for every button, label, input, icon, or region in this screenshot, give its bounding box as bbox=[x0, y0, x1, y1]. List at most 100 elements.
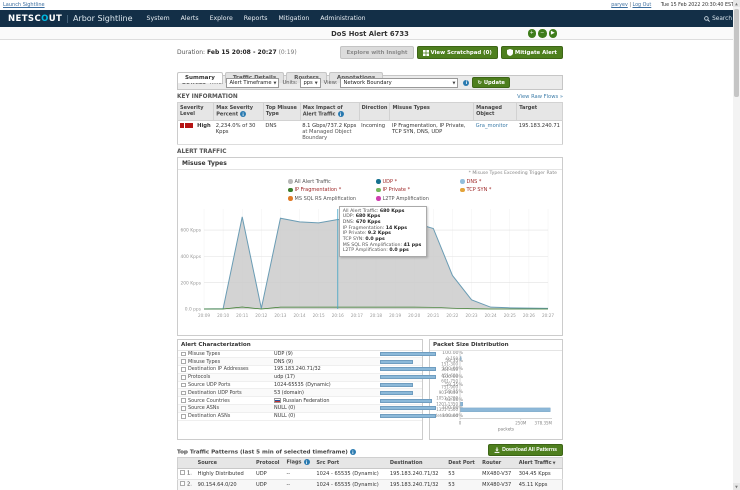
view-raw-flows-link[interactable]: View Raw Flows » bbox=[517, 94, 563, 100]
checkbox[interactable] bbox=[181, 367, 186, 372]
characterization-value: 53 (domain) bbox=[274, 389, 304, 396]
svg-text:packets: packets bbox=[498, 426, 514, 431]
legend-item[interactable]: IP Private * bbox=[376, 187, 460, 193]
characterization-value: NULL (0) bbox=[274, 405, 296, 412]
nav-item-explore[interactable]: Explore bbox=[210, 15, 233, 22]
legend-item[interactable]: MS SQL RS Amplification bbox=[288, 196, 376, 202]
managed-object-cell: Gra_monitor bbox=[473, 120, 517, 145]
severity-block bbox=[180, 123, 184, 128]
checkbox[interactable] bbox=[181, 382, 186, 388]
username-link[interactable]: paryev bbox=[611, 3, 628, 8]
patterns-title: Top Traffic Patterns (last 5 min of sele… bbox=[177, 449, 356, 456]
managed-object-link[interactable]: Gra_monitor bbox=[476, 123, 508, 129]
cell-dest_port: 53 bbox=[446, 468, 481, 480]
legend-dot bbox=[376, 196, 381, 201]
legend-item[interactable]: TCP SYN * bbox=[460, 187, 532, 193]
units-select[interactable]: pps ▼ bbox=[300, 77, 321, 88]
page: Launch Sightline paryev | Log Out Tue 15… bbox=[0, 0, 740, 490]
keyinfo-header: Max Severity Percent i bbox=[213, 102, 264, 121]
percent-bar bbox=[380, 375, 436, 380]
view-scratchpad-button[interactable]: View Scratchpad (0) bbox=[416, 46, 498, 59]
nav-item-mitigation[interactable]: Mitigation bbox=[279, 15, 310, 22]
chart-tooltip: All Alert Traffic: 680 Kpps UDP: 680 Kpps… bbox=[338, 205, 427, 258]
checkbox[interactable] bbox=[181, 359, 186, 364]
legend-label: DNS * bbox=[466, 178, 482, 185]
patterns-header-alert-traffic[interactable]: Alert Traffic▼ bbox=[516, 457, 563, 469]
svg-text:400 Kpps: 400 Kpps bbox=[180, 253, 201, 259]
view-select[interactable]: Network Boundary ▼ bbox=[340, 77, 459, 88]
main-menu: System Alerts Explore Reports Mitigation Admi… bbox=[147, 15, 366, 22]
add-circle-button[interactable]: + bbox=[527, 29, 536, 38]
info-icon[interactable]: i bbox=[349, 449, 356, 455]
mitigate-alert-button[interactable]: Mitigate Alert bbox=[500, 46, 563, 59]
search-button[interactable]: Search bbox=[704, 16, 732, 22]
checkbox[interactable] bbox=[181, 351, 186, 357]
legend-label: All Alert Traffic bbox=[294, 178, 331, 185]
checkbox[interactable] bbox=[181, 406, 186, 411]
brand-divider: | bbox=[66, 13, 69, 23]
netscout-logo[interactable]: NETSCOUT bbox=[8, 14, 62, 24]
chevron-down-icon: ▼ bbox=[452, 80, 456, 85]
brand: NETSCOUT | Arbor Sightline bbox=[8, 14, 133, 24]
characterization-row: Destination IP Addresses 195.183.240.71/3… bbox=[178, 366, 463, 374]
main-navbar: NETSCOUT | Arbor Sightline System Alerts E… bbox=[0, 10, 740, 27]
scroll-up-icon[interactable]: ▲ bbox=[733, 0, 740, 7]
top-misuse-cell: DNS bbox=[263, 120, 301, 145]
pattern-row[interactable]: 1. Highly Distributed UDP -- 1024 - 65535 (D… bbox=[177, 468, 563, 480]
legend-item[interactable]: UDP * bbox=[376, 179, 460, 185]
info-icon[interactable]: i bbox=[463, 79, 470, 86]
time-select[interactable]: Alert Timeframe ▼ bbox=[226, 77, 280, 88]
alert-traffic-chart[interactable]: 20:09 20:10 20:11 20:12 20:13 20:14 20:15 20:16… bbox=[178, 203, 562, 335]
cell-router: MX480-V37 bbox=[480, 468, 517, 480]
checkbox[interactable] bbox=[180, 470, 185, 475]
tab-summary[interactable]: Summary bbox=[177, 71, 223, 83]
explore-with-insight-button[interactable]: Explore with Insight bbox=[340, 46, 414, 59]
logout-link[interactable]: Log Out bbox=[633, 3, 652, 8]
duration-value: Feb 15 20:08 - 20:27 bbox=[207, 49, 277, 56]
svg-text:20:23: 20:23 bbox=[466, 313, 478, 318]
key-information-title: KEY INFORMATION bbox=[177, 94, 238, 100]
sort-caret-icon: ▼ bbox=[552, 459, 556, 465]
checkbox[interactable] bbox=[181, 398, 186, 403]
legend-item[interactable]: DNS * bbox=[460, 179, 532, 185]
checkbox[interactable] bbox=[180, 481, 185, 486]
chart-legend: All Alert Traffic UDP * DNS * IP Fragmentat… bbox=[288, 179, 558, 202]
scroll-down-icon[interactable]: ▼ bbox=[733, 483, 740, 490]
pattern-row[interactable]: 2. 90.154.64.0/20 UDP -- 1024 - 65535 (Dynam… bbox=[177, 479, 563, 490]
chevron-down-icon: ▼ bbox=[273, 80, 277, 85]
percent-bar bbox=[380, 414, 436, 419]
legend-item[interactable]: All Alert Traffic bbox=[288, 179, 376, 185]
nav-item-system[interactable]: System bbox=[147, 15, 170, 22]
svg-text:0-150: 0-150 bbox=[446, 355, 458, 360]
scrollbar-thumb[interactable] bbox=[734, 9, 739, 97]
info-icon[interactable]: i bbox=[337, 111, 344, 117]
legend-item[interactable]: L2TP Amplification bbox=[376, 196, 460, 202]
collapse-circle-button[interactable]: − bbox=[538, 29, 547, 38]
next-circle-button[interactable]: ▶ bbox=[548, 29, 557, 38]
legend-item[interactable]: IP Fragmentation * bbox=[288, 187, 376, 193]
info-icon[interactable]: i bbox=[240, 111, 247, 117]
checkbox[interactable] bbox=[181, 390, 186, 396]
characterization-value: UDP (9) bbox=[274, 350, 293, 357]
info-icon[interactable]: i bbox=[303, 459, 310, 466]
update-button[interactable]: ↻ Update bbox=[472, 77, 510, 88]
legend-label: IP Private * bbox=[382, 187, 411, 193]
launch-sightline-link[interactable]: Launch Sightline bbox=[3, 2, 45, 8]
legend-zone: * Misuse Types Exceeding Trigger Rate Al… bbox=[178, 170, 562, 202]
download-all-patterns-button[interactable]: Download All Patterns bbox=[488, 443, 563, 456]
checkbox[interactable] bbox=[181, 375, 186, 380]
nav-item-administration[interactable]: Administration bbox=[320, 15, 365, 22]
view-label: View: bbox=[323, 79, 338, 86]
checkbox[interactable] bbox=[181, 414, 186, 419]
nav-item-alerts[interactable]: Alerts bbox=[181, 15, 199, 22]
keyinfo-header: Severity Level bbox=[176, 102, 215, 121]
search-label: Search bbox=[712, 15, 732, 22]
svg-text:20:09: 20:09 bbox=[198, 313, 210, 318]
svg-text:151-300: 151-300 bbox=[441, 361, 458, 366]
legend-dot bbox=[460, 187, 465, 193]
svg-text:20:15: 20:15 bbox=[313, 313, 325, 318]
characterization-row: Protocols udp (17) 100.00% bbox=[178, 373, 463, 382]
scrollbar[interactable]: ▲ ▼ bbox=[733, 0, 740, 490]
row-select-cell: 1. bbox=[177, 468, 196, 480]
nav-item-reports[interactable]: Reports bbox=[244, 15, 268, 22]
